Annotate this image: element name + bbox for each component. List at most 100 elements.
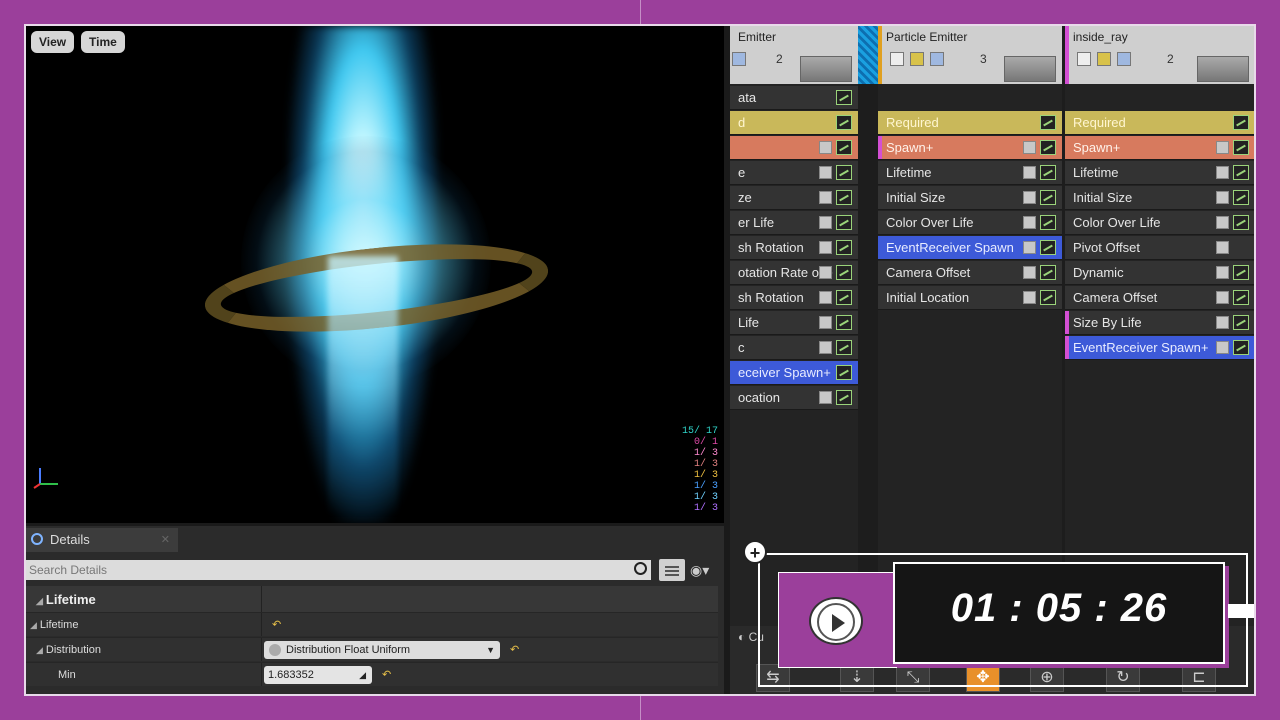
module-row[interactable]: Initial Size xyxy=(1065,186,1254,210)
solo-icon[interactable] xyxy=(930,52,944,66)
module-row[interactable]: Camera Offset xyxy=(1065,286,1254,310)
graph-icon[interactable] xyxy=(1233,165,1249,180)
graph-icon[interactable] xyxy=(836,190,852,205)
module-row[interactable]: Initial Location xyxy=(878,286,1062,310)
render-mode-icon[interactable] xyxy=(1097,52,1111,66)
graph-icon[interactable] xyxy=(836,390,852,405)
collapse-arrow-icon[interactable]: ◢ xyxy=(36,645,43,655)
details-tab[interactable]: Details ✕ xyxy=(26,528,178,552)
module-row[interactable] xyxy=(730,136,858,160)
graph-icon[interactable] xyxy=(836,90,852,105)
graph-icon[interactable] xyxy=(836,265,852,280)
category-lifetime[interactable]: ◢ Lifetime xyxy=(26,586,718,612)
enable-checkbox[interactable] xyxy=(819,341,832,354)
enable-checkbox[interactable] xyxy=(1023,141,1036,154)
emitter-header[interactable]: inside_ray 2 xyxy=(1065,26,1254,84)
time-menu-button[interactable]: Time xyxy=(81,31,125,53)
graph-icon[interactable] xyxy=(1040,115,1056,130)
min-value-field[interactable]: 1.683352 ◢ xyxy=(264,666,372,684)
render-mode-icon[interactable] xyxy=(910,52,924,66)
graph-icon[interactable] xyxy=(1233,215,1249,230)
module-row[interactable]: Dynamic xyxy=(1065,261,1254,285)
enable-checkbox[interactable] xyxy=(1216,291,1229,304)
property-matrix-button[interactable] xyxy=(659,559,685,581)
graph-icon[interactable] xyxy=(1040,265,1056,280)
graph-icon[interactable] xyxy=(1233,190,1249,205)
module-row[interactable]: Spawn+ xyxy=(878,136,1062,160)
module-row[interactable]: EventReceiver Spawn xyxy=(878,236,1062,260)
enable-checkbox[interactable] xyxy=(1023,216,1036,229)
module-row[interactable]: d xyxy=(730,111,858,135)
visibility-eye-icon[interactable]: ◉▾ xyxy=(690,562,709,579)
enable-checkbox[interactable] xyxy=(819,166,832,179)
graph-icon[interactable] xyxy=(1233,140,1249,155)
enable-emitter-checkbox[interactable] xyxy=(1077,52,1091,66)
enable-checkbox[interactable] xyxy=(1023,166,1036,179)
enable-checkbox[interactable] xyxy=(819,216,832,229)
graph-icon[interactable] xyxy=(1233,115,1249,130)
module-row[interactable]: Size By Life xyxy=(1065,311,1254,335)
module-row[interactable]: er Life xyxy=(730,211,858,235)
module-row[interactable]: EventReceiver Spawn+ xyxy=(1065,336,1254,360)
search-details-input[interactable]: Search Details xyxy=(26,560,651,580)
enable-checkbox[interactable] xyxy=(819,291,832,304)
solo-icon[interactable] xyxy=(732,52,746,66)
enable-checkbox[interactable] xyxy=(1023,241,1036,254)
drag-handle-icon[interactable]: ◢ xyxy=(359,666,366,684)
module-row[interactable]: e xyxy=(730,161,858,185)
module-row[interactable]: Lifetime xyxy=(1065,161,1254,185)
add-icon[interactable]: + xyxy=(743,540,767,564)
enable-checkbox[interactable] xyxy=(819,241,832,254)
collapse-arrow-icon[interactable]: ◢ xyxy=(30,620,37,630)
view-menu-button[interactable]: View xyxy=(31,31,75,53)
module-row[interactable]: Required xyxy=(1065,111,1254,135)
enable-checkbox[interactable] xyxy=(1216,266,1229,279)
enable-checkbox[interactable] xyxy=(1216,316,1229,329)
distribution-dropdown[interactable]: Distribution Float Uniform ▼ xyxy=(264,641,500,659)
graph-icon[interactable] xyxy=(1040,215,1056,230)
particle-viewport[interactable]: View Time 15/ 17 0/ 1 1/ 3 1/ 3 1/ 3 1/ … xyxy=(26,26,724,523)
graph-icon[interactable] xyxy=(1040,190,1056,205)
module-row[interactable]: Life xyxy=(730,311,858,335)
graph-icon[interactable] xyxy=(1233,315,1249,330)
module-row[interactable]: otation Rate ove xyxy=(730,261,858,285)
reset-to-default-icon[interactable]: ↶ xyxy=(382,668,391,681)
enable-checkbox[interactable] xyxy=(819,191,832,204)
emitter-header[interactable]: Particle Emitter 3 xyxy=(878,26,1062,84)
enable-checkbox[interactable] xyxy=(1216,341,1229,354)
graph-icon[interactable] xyxy=(836,290,852,305)
graph-icon[interactable] xyxy=(836,240,852,255)
enable-checkbox[interactable] xyxy=(1216,166,1229,179)
module-row[interactable]: ata xyxy=(730,86,858,110)
graph-icon[interactable] xyxy=(836,340,852,355)
module-row[interactable]: ocation xyxy=(730,386,858,410)
module-row[interactable]: Initial Size xyxy=(878,186,1062,210)
module-row[interactable]: Color Over Life xyxy=(1065,211,1254,235)
emitter-header[interactable]: Emitter 2 xyxy=(730,26,858,84)
enable-checkbox[interactable] xyxy=(819,316,832,329)
search-icon[interactable] xyxy=(634,562,647,575)
module-row[interactable]: Spawn+ xyxy=(1065,136,1254,160)
module-row[interactable]: sh Rotation xyxy=(730,286,858,310)
enable-checkbox[interactable] xyxy=(1216,241,1229,254)
graph-icon[interactable] xyxy=(836,140,852,155)
enable-checkbox[interactable] xyxy=(1216,191,1229,204)
graph-icon[interactable] xyxy=(836,165,852,180)
enable-checkbox[interactable] xyxy=(1216,216,1229,229)
module-row[interactable]: sh Rotation xyxy=(730,236,858,260)
close-tab-icon[interactable]: ✕ xyxy=(161,528,170,552)
reset-to-default-icon[interactable]: ↶ xyxy=(272,618,281,631)
graph-icon[interactable] xyxy=(836,315,852,330)
graph-icon[interactable] xyxy=(1040,140,1056,155)
graph-icon[interactable] xyxy=(836,115,852,130)
solo-icon[interactable] xyxy=(1117,52,1131,66)
module-row[interactable]: Lifetime xyxy=(878,161,1062,185)
graph-icon[interactable] xyxy=(1233,340,1249,355)
column-splitter[interactable] xyxy=(261,586,262,612)
module-row[interactable]: Pivot Offset xyxy=(1065,236,1254,260)
module-row[interactable]: eceiver Spawn+ xyxy=(730,361,858,385)
module-row[interactable]: ze xyxy=(730,186,858,210)
enable-checkbox[interactable] xyxy=(819,266,832,279)
graph-icon[interactable] xyxy=(1040,290,1056,305)
enable-checkbox[interactable] xyxy=(1023,266,1036,279)
